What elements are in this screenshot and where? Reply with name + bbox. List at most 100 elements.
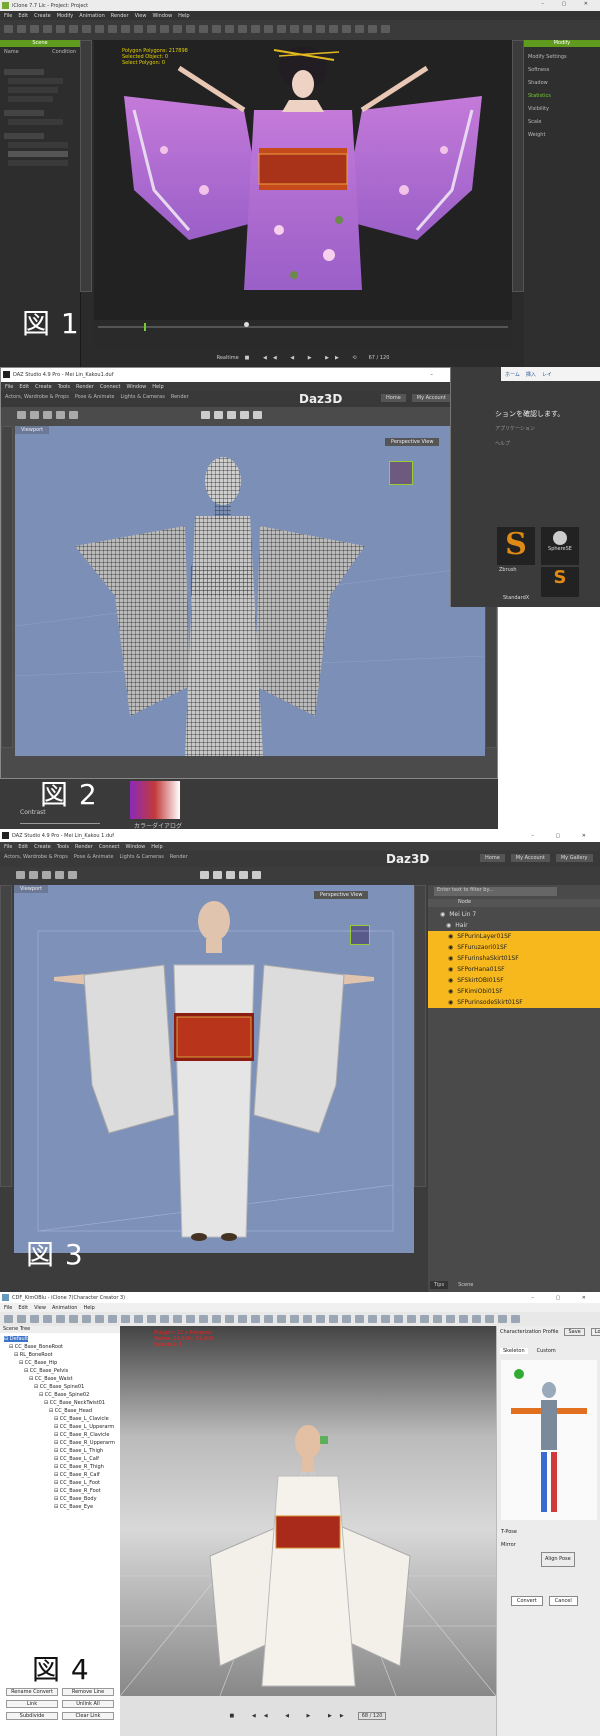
convert-button[interactable]: Convert [511, 1596, 543, 1606]
menu-item-5[interactable]: Connect [99, 844, 120, 850]
toolbar-tool-icon[interactable] [407, 1315, 416, 1323]
toolbar-tool-icon[interactable] [69, 1315, 78, 1323]
playback-controls-icon[interactable]: ■ ◀◀ ◀ ▶ ▶▶ [230, 1713, 352, 1719]
viewport-3d[interactable]: Viewport Perspective View [15, 426, 485, 756]
tree-row[interactable] [8, 160, 68, 166]
account-button-0[interactable]: Home [381, 394, 406, 402]
toolbar-tool-icon[interactable] [329, 1315, 338, 1323]
playback-controls-icon[interactable]: ■ ◀◀ ◀ ▶ ▶▶ ⟲ [245, 355, 363, 361]
menu-item-7[interactable]: Help [151, 844, 162, 850]
toolbar-tool-icon[interactable] [4, 1315, 13, 1323]
toolbar-tool-icon[interactable] [147, 1315, 156, 1323]
toolbar-tool-icon[interactable] [355, 25, 364, 33]
menu-item-3[interactable]: Tools [57, 844, 69, 850]
visibility-eye-icon[interactable]: ◉ [448, 944, 453, 951]
toolbar-tool-icon[interactable] [17, 1315, 26, 1323]
tree-row[interactable] [4, 133, 44, 139]
viewport-tool-icon[interactable] [227, 411, 236, 419]
toolbar-tool-icon[interactable] [225, 25, 234, 33]
visibility-eye-icon[interactable]: ◉ [448, 977, 453, 984]
toolbar-tool-icon[interactable] [199, 1315, 208, 1323]
daz-tool-icon[interactable] [68, 871, 77, 879]
office-tab-0[interactable]: ホーム [505, 371, 520, 378]
toolbar-tool-icon[interactable] [4, 25, 13, 33]
account-button-1[interactable]: My Account [510, 854, 550, 862]
menu-item-2[interactable]: Create [35, 384, 52, 390]
menu-item-0[interactable]: File [5, 384, 13, 390]
visibility-eye-icon[interactable]: ◉ [448, 933, 453, 940]
toolbar-tool-icon[interactable] [277, 1315, 286, 1323]
timeline[interactable] [94, 320, 512, 350]
scene-item[interactable]: ◉ SFPurinLayer01SF [428, 931, 600, 942]
toolbar-tool-icon[interactable] [433, 1315, 442, 1323]
daz-tool-icon[interactable] [55, 871, 64, 879]
toolbar-tool-icon[interactable] [82, 1315, 91, 1323]
timeline-track[interactable] [98, 326, 508, 328]
toolbar-tool-icon[interactable] [69, 25, 78, 33]
viewport-3d[interactable]: Polygon Polygons: 217898 Selected Object… [94, 40, 512, 320]
toolbar-tool-icon[interactable] [368, 25, 377, 33]
toolbar-tool-icon[interactable] [134, 25, 143, 33]
toolbar-tool-icon[interactable] [316, 25, 325, 33]
room-tab-0[interactable]: Actors, Wardrobe & Props [4, 854, 68, 860]
tree-row[interactable] [4, 110, 44, 116]
cancel-button[interactable]: Cancel [548, 1596, 578, 1606]
room-tab-1[interactable]: Pose & Animate [75, 394, 115, 400]
toolbar-tool-icon[interactable] [134, 1315, 143, 1323]
menu-item-3[interactable]: Animation [52, 1305, 78, 1311]
window-controls[interactable]: – ▢ ✕ [541, 1, 596, 7]
timeline-marker[interactable] [144, 323, 146, 331]
toolbar-tool-icon[interactable] [303, 25, 312, 33]
daz-tool-icon[interactable] [29, 871, 38, 879]
room-tab-3[interactable]: Render [171, 394, 189, 400]
tree-row-selected[interactable] [8, 151, 68, 157]
account-button-2[interactable]: My Gallery [555, 854, 593, 862]
zbrush-tile[interactable]: S [497, 527, 535, 565]
menu-item-1[interactable]: Edit [18, 1305, 28, 1311]
menu-item-2[interactable]: Create [34, 844, 51, 850]
toolbar-tool-icon[interactable] [342, 25, 351, 33]
menu-item-3[interactable]: Tools [58, 384, 70, 390]
menu-item-0[interactable]: File [4, 13, 12, 19]
menu-item-4[interactable]: Help [83, 1305, 94, 1311]
viewport-tool-icon[interactable] [252, 871, 261, 879]
tree-button-5[interactable]: Clear Link [62, 1712, 114, 1720]
account-button-0[interactable]: Home [480, 854, 505, 862]
toolbar-tool-icon[interactable] [394, 1315, 403, 1323]
toolbar-tool-icon[interactable] [173, 25, 182, 33]
tree-row[interactable] [4, 69, 44, 75]
toolbar-tool-icon[interactable] [290, 1315, 299, 1323]
toolbar-tool-icon[interactable] [277, 25, 286, 33]
toolbar-tool-icon[interactable] [121, 1315, 130, 1323]
tab-scene[interactable]: Scene [454, 1281, 477, 1289]
toolbar-tool-icon[interactable] [43, 25, 52, 33]
visibility-eye-icon[interactable]: ◉ [448, 966, 453, 973]
toolbar-tool-icon[interactable] [160, 1315, 169, 1323]
toolbar-tool-icon[interactable] [225, 1315, 234, 1323]
tree-row[interactable] [8, 119, 63, 125]
tree-button-2[interactable]: Link [6, 1700, 58, 1708]
menu-item-2[interactable]: Create [34, 13, 51, 19]
toolbar-tool-icon[interactable] [368, 1315, 377, 1323]
toolbar-tool-icon[interactable] [264, 25, 273, 33]
toolbar-tool-icon[interactable] [472, 1315, 481, 1323]
toolbar-tool-icon[interactable] [108, 25, 117, 33]
visibility-eye-icon[interactable]: ◉ [448, 955, 453, 962]
zbrush-launch-tile[interactable]: S [541, 567, 579, 597]
tree-button-4[interactable]: Subdivide [6, 1712, 58, 1720]
visibility-eye-icon[interactable]: ◉ [448, 988, 453, 995]
modify-item-3[interactable]: Statistics [528, 90, 596, 103]
tree-button-1[interactable]: Remove Line [62, 1688, 114, 1696]
viewport-tool-icon[interactable] [240, 411, 249, 419]
toolbar-tool-icon[interactable] [108, 1315, 117, 1323]
viewport-tool-icon[interactable] [239, 871, 248, 879]
toolbar-tool-icon[interactable] [290, 25, 299, 33]
toolbar-tool-icon[interactable] [121, 25, 130, 33]
column-name[interactable]: Name [4, 49, 19, 55]
menu-item-1[interactable]: Edit [18, 844, 28, 850]
modify-item-1[interactable]: Softness [528, 64, 596, 77]
scene-item[interactable]: ◉ SFKimiObi01SF [428, 986, 600, 997]
toolbar-tool-icon[interactable] [329, 25, 338, 33]
tree-button-0[interactable]: Rename Convert [6, 1688, 58, 1696]
office-tab-1[interactable]: 挿入 [526, 371, 536, 378]
